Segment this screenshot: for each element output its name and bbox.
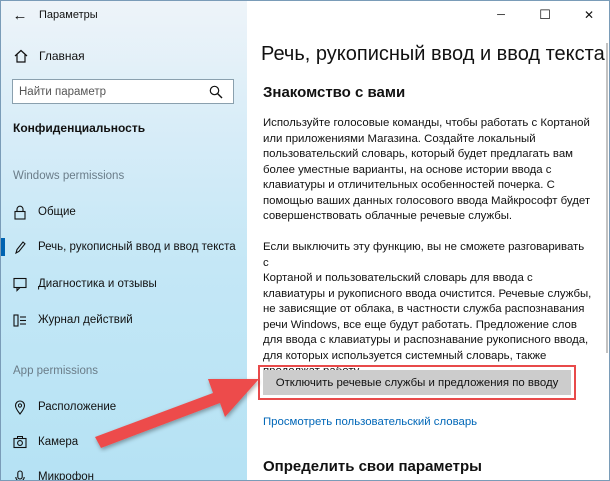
paragraph-line: не зависящие от облака, в частности служ… — [263, 303, 585, 315]
sidebar-item-general[interactable]: Общие — [1, 199, 247, 225]
page-title: Речь, рукописный ввод и ввод текста — [261, 43, 605, 65]
settings-window: ← Параметры Главная Конфиденциальность W… — [0, 0, 610, 481]
lock-icon — [13, 204, 27, 220]
sidebar-item-label: Общие — [38, 206, 76, 218]
camera-icon — [13, 434, 27, 450]
paragraph-line: совершенствовать облачные речевые службы… — [263, 210, 513, 222]
privacy-section-title: Конфиденциальность — [13, 121, 146, 135]
sidebar-item-label: Микрофон — [38, 471, 95, 481]
sidebar-item-label: Журнал действий — [38, 314, 133, 326]
home-icon — [12, 47, 30, 65]
window-controls: ─ ☐ ✕ — [479, 1, 609, 29]
paragraph-line: клавиатуры и отличительных особенностей … — [263, 179, 555, 191]
sidebar-item-activity-history[interactable]: Журнал действий — [1, 307, 247, 333]
close-icon: ✕ — [583, 8, 595, 22]
microphone-icon — [13, 469, 27, 480]
minimize-button[interactable]: ─ — [479, 1, 523, 29]
search-input[interactable] — [13, 85, 203, 98]
back-arrow-icon: ← — [12, 6, 28, 24]
search-icon[interactable] — [203, 80, 229, 103]
close-button[interactable]: ✕ — [567, 1, 609, 29]
sidebar: ← Параметры Главная Конфиденциальность W… — [1, 1, 247, 481]
sidebar-item-camera[interactable]: Камера — [1, 429, 247, 455]
paragraph-line: помощью ваших данных голосового ввода Ма… — [263, 194, 591, 207]
timeline-icon — [13, 312, 27, 328]
description-paragraph-1: Используйте голосовые команды, чтобы раб… — [263, 116, 593, 225]
paragraph-line: Если выключить эту функцию, вы не сможет… — [263, 241, 585, 269]
description-paragraph-2: Если выключить эту функцию, вы не сможет… — [263, 240, 593, 380]
title-bar: ← Параметры — [1, 1, 247, 29]
paragraph-line: Используйте голосовые команды, чтобы раб… — [263, 117, 590, 129]
maximize-icon: ☐ — [539, 7, 551, 22]
scrollbar[interactable] — [606, 43, 608, 353]
pen-icon — [13, 239, 27, 255]
sidebar-item-location[interactable]: Расположение — [1, 394, 247, 420]
sidebar-item-microphone[interactable]: Микрофон — [1, 464, 247, 481]
main-content: ─ ☐ ✕ Речь, рукописный ввод и ввод текст… — [247, 1, 609, 480]
sidebar-item-label: Камера — [38, 436, 79, 448]
view-user-dictionary-link[interactable]: Просмотреть пользовательский словарь — [263, 416, 477, 428]
paragraph-line: для ввода с клавиатуры и распознавание р… — [263, 334, 589, 346]
location-icon — [13, 399, 27, 415]
paragraph-line: клавиатуры и рукописного ввода очистится… — [263, 287, 592, 300]
sidebar-item-diagnostics[interactable]: Диагностика и отзывы — [1, 271, 247, 297]
section-title-choose-settings: Определить свои параметры — [263, 458, 482, 475]
paragraph-line: или приложениями Магазина. Создайте лока… — [263, 132, 536, 145]
disable-speech-services-button[interactable]: Отключить речевые службы и предложения п… — [263, 370, 571, 395]
window-title: Параметры — [39, 9, 98, 21]
windows-permissions-header: Windows permissions — [13, 170, 125, 182]
paragraph-line: более уместные варианты, на основе истор… — [263, 163, 552, 176]
search-box — [12, 79, 234, 104]
feedback-icon — [13, 276, 27, 292]
paragraph-line: Кортаной и пользовательский словарь для … — [263, 272, 533, 284]
paragraph-line: пользовательский словарь, который будет … — [263, 148, 573, 160]
sidebar-item-label: Расположение — [38, 401, 117, 413]
sidebar-item-speech[interactable]: Речь, рукописный ввод и ввод текста — [1, 234, 247, 260]
app-permissions-header: App permissions — [13, 365, 99, 377]
maximize-button[interactable]: ☐ — [523, 1, 567, 29]
back-button[interactable]: ← — [1, 1, 39, 29]
nav-home-label: Главная — [39, 49, 85, 63]
sidebar-item-label: Речь, рукописный ввод и ввод текста — [38, 241, 236, 253]
paragraph-line: речи Windows, все еще будут работать. Пр… — [263, 318, 577, 331]
sidebar-item-label: Диагностика и отзывы — [38, 278, 157, 290]
minimize-icon: ─ — [497, 9, 505, 21]
paragraph-line: для которых используется системный слова… — [263, 349, 547, 362]
nav-home[interactable]: Главная — [1, 43, 247, 69]
section-title-getting-to-know-you: Знакомство с вами — [263, 84, 406, 101]
